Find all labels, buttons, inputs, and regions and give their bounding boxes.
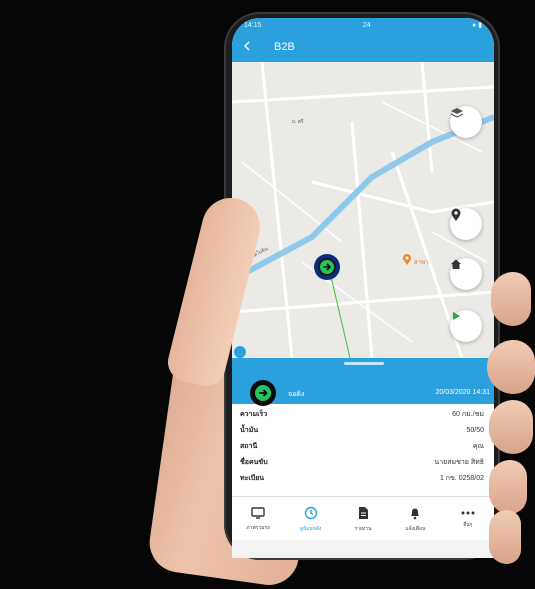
bell-icon — [409, 506, 421, 522]
more-icon — [461, 510, 475, 518]
app-title: B2B — [274, 41, 295, 53]
detail-value: 60 กม./ชม — [452, 410, 484, 418]
detail-row: ทะเบียน 1 กข. 0258/02 — [232, 470, 494, 486]
detail-label: น้ำมัน — [240, 426, 259, 434]
status-text: จอดิง — [288, 391, 305, 398]
monitor-icon — [251, 506, 265, 521]
nav-item-history[interactable]: ดูย้อนหลัง — [284, 497, 336, 541]
hand-finger — [487, 340, 535, 394]
detail-value: นายสมชาย สิทธิ — [434, 458, 484, 466]
detail-value: คุณ — [472, 442, 484, 450]
poi-label: สาขา — [414, 260, 429, 266]
history-icon — [304, 506, 318, 522]
location-button[interactable] — [450, 208, 482, 240]
play-button[interactable] — [450, 310, 482, 342]
detail-label: ทะเบียน — [240, 474, 265, 482]
hand-finger — [489, 460, 527, 514]
detail-label: สถานี — [240, 442, 258, 450]
road-label-top: ถ. สรี — [292, 119, 304, 125]
arrow-left-icon[interactable] — [242, 41, 252, 54]
detail-value: 1 กข. 0258/02 — [439, 474, 484, 482]
nav-label: รายงาน — [354, 525, 372, 532]
nav-label: อื่นๆ — [463, 521, 473, 528]
home-button[interactable] — [450, 258, 482, 290]
detail-label: ชื่อคนขับ — [240, 458, 268, 466]
compass-icon[interactable] — [234, 346, 246, 358]
hand-finger — [489, 400, 533, 454]
detail-row: สถานี คุณ — [232, 438, 494, 454]
nav-item-overview[interactable]: ภาพรวมรถ — [232, 497, 284, 541]
nav-label: ดูย้อนหลัง — [299, 525, 322, 532]
status-badge — [250, 380, 276, 406]
hand-finger — [491, 272, 531, 326]
vehicle-details: ความเร็ว 60 กม./ชม น้ำมัน 50/50 สถานี คุ… — [232, 406, 494, 486]
phone-screen: 14:15 24 ● ▮ B2B ถนนพหลโยธิน ถ. สรี สาขา… — [232, 18, 494, 558]
status-icons: 24 — [362, 21, 371, 29]
map-view[interactable]: ถนนพหลโยธิน ถ. สรี สาขา — [232, 62, 494, 358]
nav-item-notification[interactable]: แจ้งเตือน — [389, 497, 441, 541]
app-bar: B2B — [232, 32, 494, 62]
vehicle-marker[interactable] — [312, 252, 342, 282]
nav-label: แจ้งเตือน — [405, 525, 426, 532]
detail-label: ความเร็ว — [240, 410, 268, 418]
nav-label: ภาพรวมรถ — [246, 524, 271, 531]
layers-button[interactable] — [450, 106, 482, 138]
hand-finger — [489, 510, 521, 564]
detail-row: ความเร็ว 60 กม./ชม — [232, 406, 494, 422]
status-time: 14:15 — [244, 21, 262, 29]
drag-handle[interactable] — [344, 362, 384, 365]
document-icon — [357, 506, 369, 522]
detail-row: ชื่อคนขับ นายสมชาย สิทธิ — [232, 454, 494, 470]
nav-item-report[interactable]: รายงาน — [337, 497, 389, 541]
detail-row: น้ำมัน 50/50 — [232, 422, 494, 438]
bottom-nav: ภาพรวมรถ ดูย้อนหลัง รายงาน แจ้งเตือน อื่… — [232, 496, 494, 541]
nav-item-more[interactable]: อื่นๆ — [442, 497, 494, 541]
status-bar: 14:15 24 ● ▮ — [232, 18, 494, 32]
vehicle-status-header[interactable]: จอดิง 20/03/2020 14:31 — [232, 358, 494, 406]
timestamp: 20/03/2020 14:31 — [435, 389, 491, 396]
status-right: ● ▮ — [471, 22, 482, 29]
system-nav-bar — [232, 540, 494, 558]
detail-value: 50/50 — [466, 426, 484, 434]
